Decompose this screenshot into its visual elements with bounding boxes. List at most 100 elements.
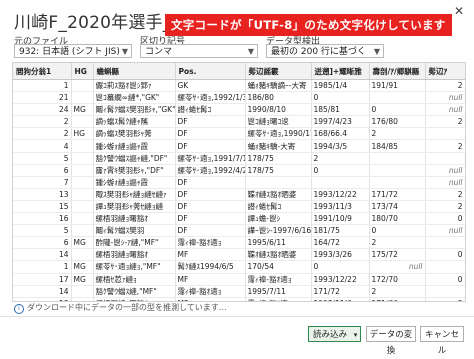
table-cell: 171/66 <box>369 297 426 301</box>
table-cell: 鞢ｵ縺ｽ豁ｵ晒婆 <box>245 248 312 262</box>
table-cell <box>71 188 94 201</box>
column-header[interactable]: 髣辺ｱ <box>425 63 465 80</box>
table-cell: 霳ｧ霄ｷ樊羽髟ｬ,"DF" <box>93 164 176 177</box>
table-cell: 170/54 <box>245 260 312 274</box>
table-cell: 1997/4/23 <box>311 115 370 129</box>
table-cell: 縲苓ｻ･遖ｮ,1992/4/25 <box>175 164 246 177</box>
import-dialog: 川崎F_2020年選手_utf8.csv ✕ 文字コードが「UTF-8」のため文… <box>0 0 474 356</box>
column-header[interactable]: 蟾蝌縣 <box>93 63 176 80</box>
table-cell: 縲苓ｻ･遖ｮ,1991/7/15 <box>175 152 246 165</box>
table-cell: 縲苓ｻ･遖ｮ,1992/1/31 <box>175 91 246 105</box>
table-cell: 0 <box>425 212 465 226</box>
table-row: 2HG謫ｯ蟷ｽ樊羽髟ｬ莠DF縲苓ｻ･遖ｮ,1990/11/13168/66.42 <box>13 127 465 141</box>
table-cell: 175/72 <box>369 248 426 262</box>
table-cell <box>369 164 426 177</box>
table-row: 5 豁ｸ譬ｳ蟷ｽ謳ｬ縺,"DF" 縲苓ｻ･遖ｮ,1991/7/15 178/75 2 <box>13 152 465 165</box>
table-row: 4 鍾ｼ蝣ｫ縺ｮ謳ｬ霞 DF 蛹ｫ豬ｷ驕-大寄 1994/3/5 184/85 2 <box>13 139 465 153</box>
table-cell <box>71 285 94 298</box>
table-cell: 1994/3/5 <box>311 139 370 153</box>
table-cell <box>71 248 94 262</box>
load-dropdown-button[interactable]: ▾ <box>351 326 361 342</box>
table-cell: 2 <box>425 139 465 153</box>
table-cell: 178/75 <box>245 152 312 165</box>
table-cell: 13 <box>13 188 72 201</box>
origin-select-value: 932: 日本語 (シフト JIS) <box>19 47 120 57</box>
table-cell: 171/72 <box>311 285 370 298</box>
table-cell: 0 <box>425 248 465 262</box>
table-cell <box>71 212 94 226</box>
origin-select[interactable]: 932: 日本語 (シフト JIS) ▼ <box>14 44 132 58</box>
table-cell: 鞢ｵ縺ｽ豁ｵ晒婆 <box>245 188 312 201</box>
table-cell: 164/72 <box>311 236 370 250</box>
table-row: 1 MG 縲苓ｻ･遖ｮ縺ｮ,"MF" 髯ｸ縺ｽ1994/6/5 170/54 0 null <box>13 260 465 274</box>
table-cell: 霪ｨ禕-豁ｵ遖ｮ <box>175 285 246 298</box>
column-header[interactable]: 髣辺謡霰 <box>245 63 312 80</box>
column-header[interactable]: Pos. <box>175 63 246 80</box>
table-cell: 6 <box>13 164 72 177</box>
table-cell: 譚ｭ蟾-鬯ｼ <box>245 212 312 226</box>
divider <box>0 316 474 317</box>
table-cell: null <box>369 260 426 274</box>
table-cell: 0 <box>311 260 370 274</box>
table-cell: DF <box>175 224 246 238</box>
table-cell: 酢隴-鬯ｼ-ｱ縺,"MF" <box>93 236 176 250</box>
transform-data-button[interactable]: データの変換 <box>366 326 416 356</box>
table-cell: 172/70 <box>369 273 426 286</box>
table-row: 6 霳ｧ霄ｷ樊羽髟ｬ,"DF" 縲苓ｻ･遖ｮ,1992/4/25 178/75 0 nul… <box>13 164 465 177</box>
table-cell: 2 <box>425 188 465 201</box>
table-cell: 霪ｨ禕-豁ｵ遖ｮ <box>245 273 312 286</box>
delimiter-select[interactable]: コンマ ▼ <box>140 44 258 58</box>
table-row: 6 MG 酢隴-鬯ｼ-ｱ縺,"MF" 霪ｨ禕-豁ｵ遖ｮ 1995/6/11 164/72 2 <box>13 236 465 250</box>
table-cell: 1995/6/11 <box>245 236 312 250</box>
table-cell <box>425 285 465 298</box>
column-header[interactable]: 壽剖/ｱ/郷騏縣 <box>369 63 426 80</box>
column-header[interactable]: 閭狗分翁1 <box>13 63 72 80</box>
table-cell: DF <box>175 115 246 129</box>
table-cell: 1995/7/11 <box>245 285 312 298</box>
table-cell <box>71 115 94 129</box>
table-cell: 鍾ｼ蝣ｫ縺ｮ謳ｬ霞 <box>93 139 176 153</box>
table-cell: 蛹ｫ豬ｷ驕-大寄 <box>245 139 312 153</box>
delimiter-select-value: コンマ <box>145 47 173 57</box>
table-cell: DF <box>175 139 246 153</box>
preview-table-container[interactable]: 閭狗分翁1 HG 蟾蝌縣 Pos. 髣辺謡霰 迸遡]+耀晰雅 壽剖/ｱ/郷騏縣 髣辺ｱ 1 儼ｺ… <box>12 62 466 302</box>
table-cell: 184/85 <box>369 139 426 153</box>
table-cell: 1991/10/9 <box>311 212 370 226</box>
detect-select[interactable]: 最初の 200 行に基づく ▼ <box>266 44 384 58</box>
table-row: 13 陬ｽ樊羽髟ｬ縺ｮ縺ｾ縺ｧ DF 鞢ｵ縺ｽ豁ｵ晒婆 1993/12/22 171/72… <box>13 188 465 201</box>
chevron-down-icon: ▼ <box>247 47 254 56</box>
column-header[interactable]: 迸遡]+耀晰雅 <box>311 63 370 80</box>
table-cell <box>71 224 94 238</box>
encoding-warning-banner: 文字コードが「UTF-8」のため文字化けしています <box>165 14 452 36</box>
table-cell: 霪ｨ禕-豁ｵ遖ｮ <box>175 236 246 250</box>
table-cell: 儼ｺ莉ｽ豁ｵ鬯ｼ郢ｧ <box>93 79 176 93</box>
table-cell: 2 <box>369 127 426 141</box>
table-cell: DF <box>175 188 246 201</box>
table-cell: 2 <box>13 127 72 141</box>
table-cell: 2 <box>311 152 370 165</box>
close-icon[interactable]: ✕ <box>452 4 466 18</box>
table-cell <box>369 152 426 165</box>
table-row: 2 謫ｯ蟷ｽ髯ｸ縺ｬ隲 DF 鬯ｺ縺ｮ曙ｺ逡 1997/4/23 176/80 2 <box>13 115 465 129</box>
table-cell: 2 <box>369 285 426 298</box>
table-cell: 謫ｯ蟷ｽ樊羽髟ｬ莠 <box>93 127 176 141</box>
table-cell: DF <box>175 212 246 226</box>
table-cell: HG <box>71 127 94 141</box>
table-cell <box>425 152 465 165</box>
table-row: 16 縲梧羽縺ｮ曙豁ｵ DF 譚ｭ蟾-鬯ｼ 1991/10/9 180/70 0 <box>13 212 465 226</box>
table-cell <box>71 164 94 177</box>
load-button[interactable]: 読み込み <box>308 326 352 342</box>
table-cell: 1993/12/22 <box>311 273 370 286</box>
table-cell <box>71 139 94 153</box>
preview-table: 閭狗分翁1 HG 蟾蝌縣 Pos. 髣辺謡霰 迸遡]+耀晰雅 壽剖/ｱ/郷騏縣 髣辺ｱ 1 儼ｺ… <box>13 63 465 301</box>
table-row: 14 豁ｸ譬ｳ蟷ｽ縺,"MF" 霪ｨ禕-豁ｵ遖ｮ 1995/7/11 171/72 2 <box>13 285 465 298</box>
cancel-button[interactable]: キャンセル <box>420 326 464 356</box>
table-cell: 蛹ｫ豬ｷ驕謫ｰ-大寄 <box>245 79 312 93</box>
table-cell: 2 <box>425 200 465 214</box>
table-cell: 6 <box>13 236 72 250</box>
table-cell: MG <box>71 260 94 274</box>
table-cell <box>369 176 426 189</box>
table-cell: 1993/12/22 <box>311 188 370 201</box>
column-header[interactable]: HG <box>71 63 94 80</box>
table-cell: 縲梧羽縺ｮ曙豁ｵ <box>93 212 176 226</box>
